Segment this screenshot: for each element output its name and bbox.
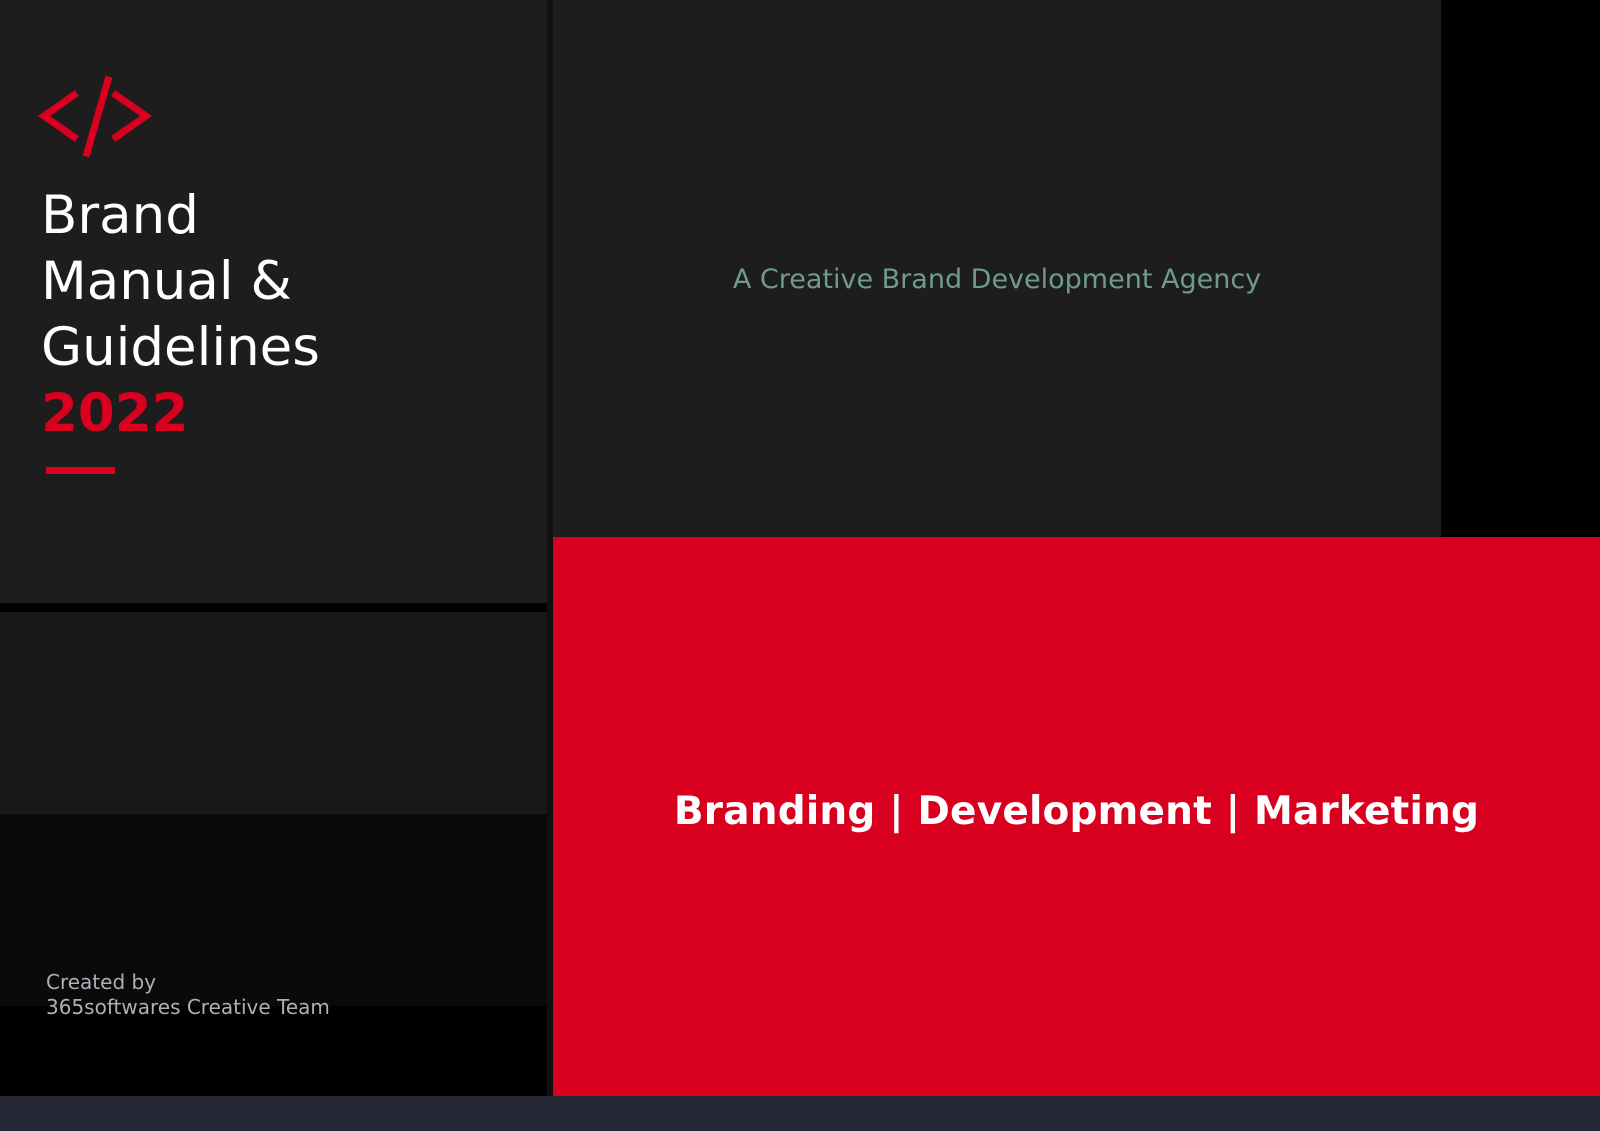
accent-rule <box>46 467 115 474</box>
black-edge-panel <box>1441 0 1600 537</box>
services-tagline: Branding | Development | Marketing <box>673 789 1480 834</box>
title-line-manual: Manual & <box>41 251 292 312</box>
manual-title: Brand Manual & Guidelines 2022 <box>41 183 461 447</box>
credit-team: 365softwares Creative Team <box>46 995 330 1019</box>
brand-cover-page: Brand Manual & Guidelines 2022 Created b… <box>0 0 1600 1131</box>
left-middle-panel <box>0 612 547 814</box>
title-year: 2022 <box>41 383 189 444</box>
footer-strip <box>0 1096 1600 1131</box>
created-by-credit: Created by 365softwares Creative Team <box>46 970 330 1020</box>
agency-tagline: A Creative Brand Development Agency <box>732 264 1262 295</box>
title-line-guidelines: Guidelines <box>41 317 320 378</box>
title-line-brand: Brand <box>41 185 199 246</box>
credit-label: Created by <box>46 970 157 994</box>
code-brackets-icon <box>37 75 153 158</box>
